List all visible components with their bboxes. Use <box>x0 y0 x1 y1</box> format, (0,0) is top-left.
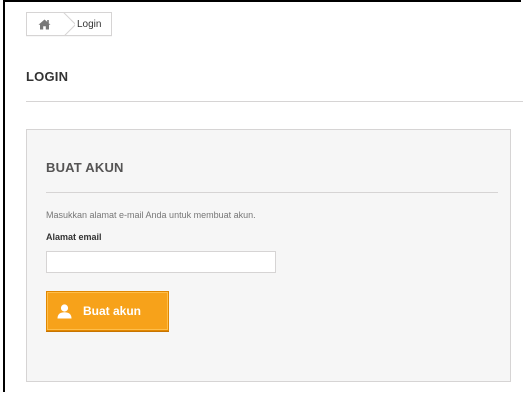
page-title: LOGIN <box>26 69 69 84</box>
email-label: Alamat email <box>46 232 102 242</box>
create-account-form: BUAT AKUN Masukkan alamat e-mail Anda un… <box>26 129 511 382</box>
breadcrumb-home-link[interactable] <box>27 13 61 35</box>
breadcrumb-current: Login <box>77 18 102 30</box>
page-frame: Login LOGIN BUAT AKUN Masukkan alamat e-… <box>3 0 523 392</box>
create-account-button[interactable]: Buat akun <box>46 291 169 331</box>
create-account-description: Masukkan alamat e-mail Anda untuk membua… <box>46 210 256 220</box>
home-icon <box>38 19 51 30</box>
user-icon <box>57 303 72 319</box>
create-account-divider <box>46 192 498 193</box>
create-account-button-label: Buat akun <box>83 304 142 318</box>
create-account-title: BUAT AKUN <box>46 160 124 175</box>
page-title-divider <box>26 101 523 102</box>
email-field[interactable] <box>46 251 276 273</box>
breadcrumb: Login <box>26 12 113 36</box>
breadcrumb-separator <box>61 13 75 35</box>
